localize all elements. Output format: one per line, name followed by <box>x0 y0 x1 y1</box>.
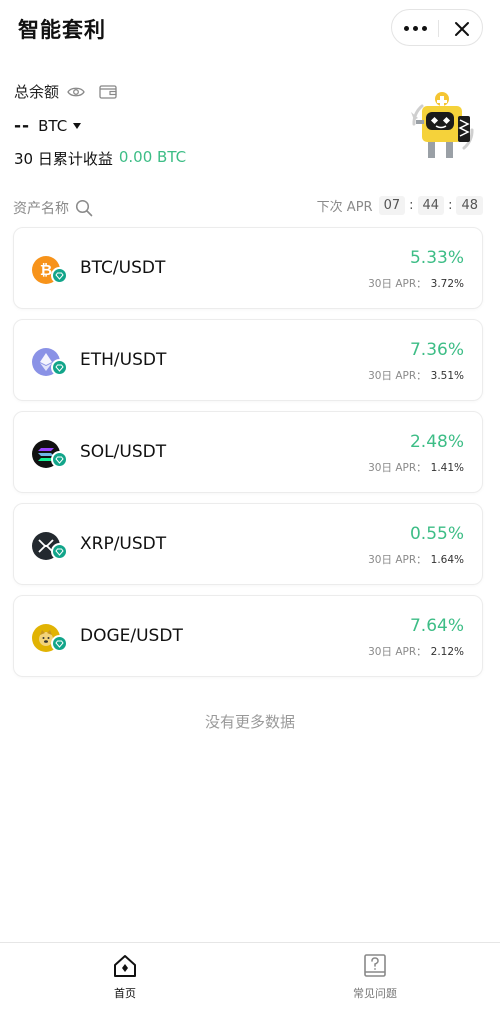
countdown-colon: : <box>409 198 414 213</box>
bottom-tab-bar: 首页 常见问题 <box>0 942 500 1022</box>
asset-card-btc[interactable]: ₿ BTC/USDT 5.33% 30日 APR： 3.72% <box>13 227 483 309</box>
wallet-icon[interactable] <box>99 84 117 99</box>
apr-label: 30日 APR： <box>368 554 427 566</box>
balance-unit-select[interactable]: BTC <box>38 117 67 135</box>
apr-value: 3.72% <box>430 278 464 290</box>
diamond-badge-icon <box>51 267 68 284</box>
pair-name: BTC/USDT <box>80 258 166 278</box>
current-rate: 0.55% <box>409 524 464 544</box>
tab-home-label: 首页 <box>114 987 136 1000</box>
total-balance-label: 总余额 <box>14 83 60 101</box>
close-icon[interactable] <box>439 10 484 47</box>
apr-label: 30日 APR： <box>368 646 427 658</box>
current-rate: 7.64% <box>409 616 464 636</box>
apr-label: 30日 APR： <box>368 370 427 382</box>
earnings-row: 30 日累计收益 0.00 BTC <box>14 148 186 169</box>
earnings-value: 0.00 BTC <box>118 148 187 166</box>
no-more-data-text: 没有更多数据 <box>204 713 295 731</box>
asset-name-label: 资产名称 <box>13 201 69 217</box>
apr-30d: 30日 APR： 3.51% <box>368 368 464 383</box>
more-dots-icon[interactable] <box>392 10 438 47</box>
apr-30d: 30日 APR： 3.72% <box>368 276 464 291</box>
next-apr-label: 下次 APR <box>316 200 373 215</box>
apr-value: 1.64% <box>430 554 464 566</box>
assets-header: 资产名称 <box>13 198 93 218</box>
header: 智能套利 <box>0 0 500 58</box>
asset-card-xrp[interactable]: XRP/USDT 0.55% 30日 APR： 1.64% <box>13 503 483 585</box>
asset-card-eth[interactable]: ETH/USDT 7.36% 30日 APR： 3.51% <box>13 319 483 401</box>
faq-icon <box>362 953 388 979</box>
caret-down-icon[interactable] <box>73 123 82 129</box>
balance-value: -- <box>14 116 31 136</box>
balance-value-row[interactable]: -- BTC <box>14 116 82 136</box>
pair-name: DOGE/USDT <box>80 626 183 646</box>
apr-value: 3.51% <box>430 370 464 382</box>
robot-mascot-illustration <box>408 90 478 162</box>
diamond-badge-icon <box>51 635 68 652</box>
apr-30d: 30日 APR： 1.64% <box>368 552 464 567</box>
asset-card-doge[interactable]: DOGE/USDT 7.64% 30日 APR： 2.12% <box>13 595 483 677</box>
current-rate: 5.33% <box>409 248 464 268</box>
home-icon <box>112 953 138 979</box>
mini-program-capsule <box>391 9 483 46</box>
apr-30d: 30日 APR： 2.12% <box>368 644 464 659</box>
tab-faq-label: 常见问题 <box>353 987 397 1000</box>
page-title: 智能套利 <box>18 18 106 42</box>
next-apr-countdown: 下次 APR 07 : 44 : 48 <box>317 196 483 215</box>
apr-30d: 30日 APR： 1.41% <box>368 460 464 475</box>
current-rate: 7.36% <box>409 340 464 360</box>
countdown-hours: 07 <box>378 196 406 215</box>
tab-home[interactable]: 首页 <box>0 943 250 1022</box>
balance-label-row: 总余额 <box>14 81 117 102</box>
countdown-colon: : <box>448 198 453 213</box>
apr-label: 30日 APR： <box>368 462 427 474</box>
earnings-label: 30 日累计收益 <box>14 150 113 168</box>
current-rate: 2.48% <box>409 432 464 452</box>
pair-name: ETH/USDT <box>80 350 167 370</box>
diamond-badge-icon <box>51 543 68 560</box>
apr-label: 30日 APR： <box>368 278 427 290</box>
pair-name: XRP/USDT <box>80 534 167 554</box>
countdown-minutes: 44 <box>417 196 445 215</box>
asset-card-sol[interactable]: SOL/USDT 2.48% 30日 APR： 1.41% <box>13 411 483 493</box>
apr-value: 2.12% <box>430 646 464 658</box>
diamond-badge-icon <box>51 451 68 468</box>
countdown-seconds: 48 <box>456 196 483 215</box>
eye-icon[interactable] <box>67 85 85 99</box>
diamond-badge-icon <box>51 359 68 376</box>
pair-name: SOL/USDT <box>80 442 167 462</box>
search-icon[interactable] <box>75 199 93 217</box>
apr-value: 1.41% <box>430 462 464 474</box>
tab-faq[interactable]: 常见问题 <box>250 943 500 1022</box>
